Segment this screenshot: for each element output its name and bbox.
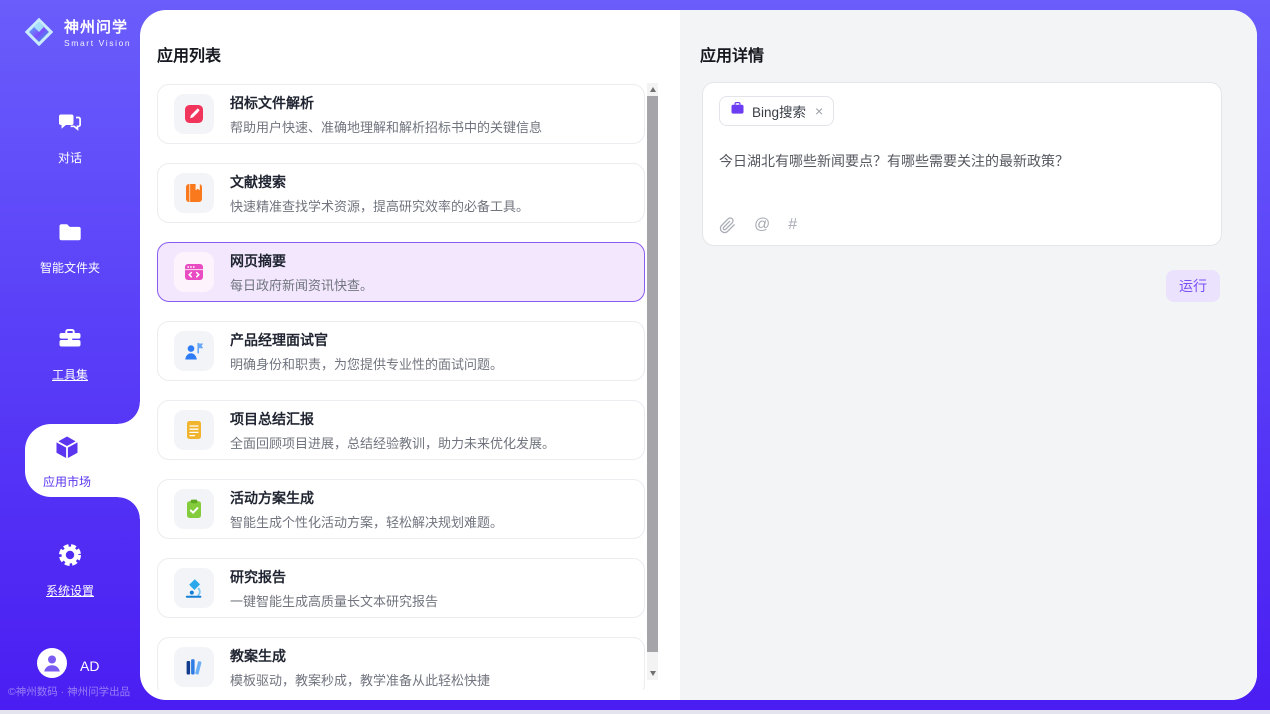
app-card-desc: 模板驱动，教案秒成，教学准备从此轻松快捷	[230, 670, 490, 689]
app-card-literature-search[interactable]: 文献搜索 快速精准查找学术资源，提高研究效率的必备工具。	[157, 163, 645, 223]
interviewer-icon	[174, 331, 214, 371]
app-card-title: 教案生成	[230, 646, 490, 666]
composer-toolbar: @ #	[719, 216, 797, 234]
app-card-pm-interviewer[interactable]: 产品经理面试官 明确身份和职责，为您提供专业性的面试问题。	[157, 321, 645, 381]
window-bottom-edge	[0, 710, 1270, 714]
app-card-desc: 智能生成个性化活动方案，轻松解决规划难题。	[230, 512, 503, 531]
app-card-title: 网页摘要	[230, 251, 373, 271]
app-card-desc: 一键智能生成高质量长文本研究报告	[230, 591, 438, 610]
microscope-icon	[174, 568, 214, 608]
folder-icon	[56, 218, 84, 251]
user-initials: AD	[80, 658, 99, 674]
app-card-title: 产品经理面试官	[230, 330, 503, 350]
scrollbar-up-arrow[interactable]	[647, 83, 658, 96]
app-card-project-summary[interactable]: 项目总结汇报 全面回顾项目进展，总结经验教训，助力未来优化发展。	[157, 400, 645, 460]
app-card-tender-analysis[interactable]: 招标文件解析 帮助用户快速、准确地理解和解析招标书中的关键信息	[157, 84, 645, 144]
app-root: 神州问学 Smart Vision 对话 智能文件夹	[0, 0, 1270, 714]
app-card-event-plan[interactable]: 活动方案生成 智能生成个性化活动方案，轻松解决规划难题。	[157, 479, 645, 539]
app-card-title: 研究报告	[230, 567, 438, 587]
sidebar-footer: ©神州数码 · 神州问学出品	[8, 684, 140, 699]
app-card-web-summary[interactable]: 网页摘要 每日政府新闻资讯快查。	[157, 242, 645, 302]
app-card-title: 招标文件解析	[230, 93, 542, 113]
sidebar: 神州问学 Smart Vision 对话 智能文件夹	[0, 0, 140, 710]
brand-logo: 神州问学 Smart Vision	[20, 13, 131, 51]
sidebar-item-label: 系统设置	[46, 582, 94, 599]
sidebar-item-toolset[interactable]: 工具集	[0, 325, 140, 383]
app-list: 招标文件解析 帮助用户快速、准确地理解和解析招标书中的关键信息 文献搜索 快速精…	[157, 84, 647, 690]
main-panel: 应用列表 招标文件解析 帮助用户快速、准确地理解和解析招标书中的关键信息	[140, 10, 1257, 700]
gear-icon	[56, 541, 84, 574]
book-icon	[174, 173, 214, 213]
sidebar-item-chat[interactable]: 对话	[0, 108, 140, 166]
app-card-desc: 快速精准查找学术资源，提高研究效率的必备工具。	[230, 196, 529, 215]
books-icon	[174, 647, 214, 687]
clipboard-check-icon	[174, 489, 214, 529]
mention-icon[interactable]: @	[754, 216, 770, 234]
app-card-title: 活动方案生成	[230, 488, 503, 508]
app-card-research-report[interactable]: 研究报告 一键智能生成高质量长文本研究报告	[157, 558, 645, 618]
chat-icon	[56, 108, 84, 141]
sidebar-item-label: 工具集	[52, 366, 88, 383]
prompt-text[interactable]: 今日湖北有哪些新闻要点？有哪些需要关注的最新政策？	[719, 151, 1199, 171]
app-card-lesson-plan[interactable]: 教案生成 模板驱动，教案秒成，教学准备从此轻松快捷	[157, 637, 645, 690]
sidebar-item-label: 应用市场	[43, 473, 91, 490]
brand-tagline: Smart Vision	[64, 38, 131, 48]
browser-code-icon	[174, 252, 214, 292]
sidebar-item-app-market[interactable]: 应用市场	[25, 424, 140, 497]
chip-close-icon[interactable]: ×	[815, 104, 823, 118]
prompt-card: Bing搜索 × 今日湖北有哪些新闻要点？有哪些需要关注的最新政策？ @ #	[702, 82, 1222, 246]
avatar	[37, 648, 67, 683]
hash-icon[interactable]: #	[788, 216, 797, 234]
app-detail-panel: 应用详情 Bing搜索 × 今日湖北有哪些新闻要点？有哪些需要关注的最新政策？	[680, 10, 1257, 700]
tool-chip-bing-search[interactable]: Bing搜索 ×	[719, 96, 834, 126]
app-card-desc: 帮助用户快速、准确地理解和解析招标书中的关键信息	[230, 117, 542, 136]
app-card-title: 项目总结汇报	[230, 409, 555, 429]
app-card-desc: 每日政府新闻资讯快查。	[230, 275, 373, 294]
edit-document-icon	[174, 94, 214, 134]
app-card-desc: 明确身份和职责，为您提供专业性的面试问题。	[230, 354, 503, 373]
app-card-desc: 全面回顾项目进展，总结经验教训，助力未来优化发展。	[230, 433, 555, 452]
app-card-title: 文献搜索	[230, 172, 529, 192]
brand-name: 神州问学	[64, 16, 131, 37]
sidebar-item-smart-folder[interactable]: 智能文件夹	[0, 218, 140, 276]
tool-chip-label: Bing搜索	[752, 101, 806, 121]
sidebar-item-label: 对话	[58, 149, 82, 166]
briefcase-icon	[730, 101, 745, 121]
app-detail-title: 应用详情	[700, 42, 764, 66]
app-list-scrollbar[interactable]	[647, 83, 658, 680]
attachment-icon[interactable]	[719, 217, 736, 234]
user-account[interactable]: AD	[37, 648, 99, 683]
brand-diamond-icon	[20, 13, 58, 51]
scrollbar-down-arrow[interactable]	[647, 667, 658, 680]
cube-icon	[52, 432, 82, 467]
sidebar-item-settings[interactable]: 系统设置	[0, 541, 140, 599]
sidebar-item-label: 智能文件夹	[40, 259, 100, 276]
scrollbar-thumb[interactable]	[647, 96, 658, 652]
toolbox-icon	[56, 325, 84, 358]
summary-doc-icon	[174, 410, 214, 450]
app-list-title: 应用列表	[157, 42, 221, 66]
run-button[interactable]: 运行	[1166, 270, 1220, 302]
